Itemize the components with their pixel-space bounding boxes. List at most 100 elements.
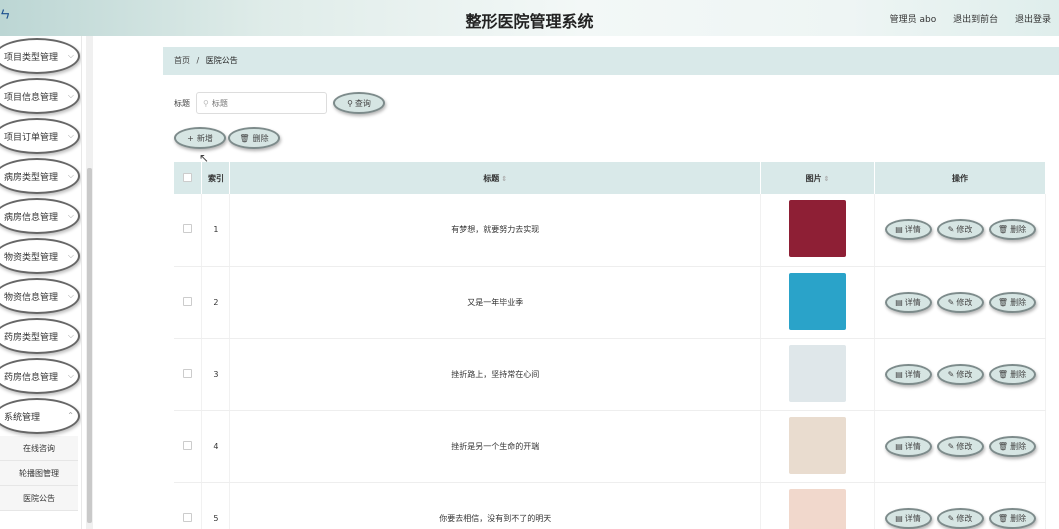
edit-button[interactable]: ✎ 修改 [936, 291, 984, 313]
row-image-cell [760, 482, 875, 529]
logout-link[interactable]: 退出登录 [1015, 15, 1051, 25]
back-to-front-link[interactable]: 退出到前台 [953, 15, 998, 25]
detail-button[interactable]: ▤ 详情 [884, 507, 932, 529]
search-label: 标题 [174, 98, 190, 108]
sidebar-item-label: 物资类型管理 [4, 252, 59, 263]
delete-label: 删除 [1010, 513, 1027, 523]
notice-image[interactable] [789, 344, 847, 402]
search-input[interactable] [211, 98, 312, 108]
sort-icon[interactable]: ⇕ [824, 175, 830, 183]
sidebar-scrollbar[interactable] [86, 36, 93, 529]
breadcrumb: 首页 / 医院公告 [163, 47, 1059, 75]
row-title: 又是一年毕业季 [229, 266, 762, 339]
search-icon: ⚲ [347, 98, 353, 108]
trash-icon: 🗑 [997, 225, 1009, 235]
edit-button[interactable]: ✎ 修改 [936, 219, 984, 241]
chevron-down-icon: ⌵ [67, 371, 74, 380]
sidebar-subitem-notice[interactable]: 医院公告 [0, 486, 78, 511]
row-index: 1 [201, 194, 231, 267]
table-header-row: 索引 标题 ⇕ 图片 ⇕ 操作 [174, 162, 1046, 194]
search-icon: ⚲ [203, 98, 209, 108]
sidebar-item-label: 系统管理 [4, 412, 41, 423]
sidebar-item-pharmacy-type[interactable]: 药房类型管理 ⌵ [0, 316, 81, 356]
sidebar-subitem-carousel[interactable]: 轮播图管理 [0, 461, 78, 486]
breadcrumb-current: 医院公告 [205, 56, 238, 65]
header-image-label: 图片 [805, 173, 822, 183]
row-title: 挫折是另一个生命的开端 [229, 410, 762, 483]
row-checkbox[interactable] [183, 296, 193, 306]
table-row: 3 挫折路上，坚持常在心间 ▤ 详情 ✎ 修改 🗑 删除 [174, 338, 1046, 411]
delete-label: 删除 [1010, 369, 1027, 379]
edit-label: 修改 [956, 297, 973, 307]
delete-button[interactable]: 🗑 删除 [988, 363, 1036, 385]
table-row: 5 你要去相信，没有到不了的明天 ▤ 详情 ✎ 修改 🗑 删除 [174, 482, 1046, 529]
chevron-down-icon: ⌵ [67, 91, 74, 100]
notice-image[interactable] [789, 272, 847, 330]
delete-label: 删除 [1010, 297, 1027, 307]
detail-button[interactable]: ▤ 详情 [884, 291, 932, 313]
sidebar-item-pharmacy-info[interactable]: 药房信息管理 ⌵ [0, 356, 81, 396]
search-button-label: 查询 [354, 98, 371, 108]
edit-button[interactable]: ✎ 修改 [936, 507, 984, 529]
current-user: 管理员 abo [889, 15, 937, 25]
edit-icon: ✎ [947, 513, 955, 523]
sort-icon[interactable]: ⇕ [501, 175, 507, 183]
delete-button[interactable]: 🗑 删除 [988, 291, 1036, 313]
row-checkbox[interactable] [183, 368, 193, 378]
sidebar-item-project-info[interactable]: 项目信息管理 ⌵ [0, 76, 81, 116]
scrollbar-thumb[interactable] [87, 168, 92, 523]
select-all-checkbox[interactable] [183, 172, 193, 182]
select-all-cell [174, 162, 203, 194]
detail-button[interactable]: ▤ 详情 [884, 363, 932, 385]
row-checkbox[interactable] [183, 224, 193, 234]
delete-button[interactable]: 🗑 删除 [988, 435, 1036, 457]
sidebar-item-supply-type[interactable]: 物资类型管理 ⌵ [0, 236, 81, 276]
row-select-cell [174, 482, 203, 529]
notice-image[interactable] [789, 488, 847, 529]
sidebar-item-supply-info[interactable]: 物资信息管理 ⌵ [0, 276, 81, 316]
row-checkbox[interactable] [183, 440, 193, 450]
delete-button[interactable]: 🗑 删除 [988, 507, 1036, 529]
sidebar-item-project-type[interactable]: 项目类型管理 ⌵ [0, 36, 81, 76]
top-header: ㄣ 整形医院管理系统 管理员 abo 退出到前台 退出登录 [0, 0, 1059, 36]
edit-button[interactable]: ✎ 修改 [936, 435, 984, 457]
row-checkbox[interactable] [183, 512, 193, 522]
batch-delete-button[interactable]: 🗑 删除 [228, 127, 280, 149]
row-image-cell [760, 410, 875, 483]
header-title[interactable]: 标题 ⇕ [229, 162, 762, 194]
chevron-down-icon: ⌵ [67, 51, 74, 60]
search-button[interactable]: ⚲ 查询 [333, 92, 385, 114]
search-field[interactable]: ⚲ [196, 92, 327, 114]
detail-button[interactable]: ▤ 详情 [884, 435, 932, 457]
edit-button[interactable]: ✎ 修改 [936, 363, 984, 385]
detail-icon: ▤ [895, 225, 903, 235]
edit-icon: ✎ [947, 441, 955, 451]
row-image-cell [760, 194, 875, 267]
sidebar-item-ward-type[interactable]: 病房类型管理 ⌵ [0, 156, 81, 196]
row-select-cell [174, 410, 203, 483]
delete-button-label: 删除 [252, 133, 269, 143]
sidebar-item-ward-info[interactable]: 病房信息管理 ⌵ [0, 196, 81, 236]
header-image[interactable]: 图片 ⇕ [760, 162, 875, 194]
detail-button[interactable]: ▤ 详情 [884, 219, 932, 241]
row-ops-cell: ▤ 详情 ✎ 修改 🗑 删除 [874, 410, 1046, 483]
notice-image[interactable] [789, 200, 847, 258]
row-title: 挫折路上，坚持常在心间 [229, 338, 762, 411]
delete-button[interactable]: 🗑 删除 [988, 219, 1036, 241]
delete-label: 删除 [1010, 225, 1027, 235]
add-button[interactable]: + 新增 [174, 127, 226, 149]
chevron-down-icon: ⌵ [67, 251, 74, 260]
breadcrumb-home[interactable]: 首页 [174, 56, 190, 65]
sidebar-item-project-order[interactable]: 项目订单管理 ⌵ [0, 116, 81, 156]
row-select-cell [174, 338, 203, 411]
sidebar-subitem-consult[interactable]: 在线咨询 [0, 436, 78, 461]
notice-image[interactable] [789, 416, 847, 474]
detail-icon: ▤ [895, 441, 903, 451]
sidebar-item-system[interactable]: 系统管理 ⌃ [0, 396, 81, 436]
sidebar-item-label: 病房类型管理 [4, 172, 59, 183]
chevron-down-icon: ⌵ [67, 131, 74, 140]
action-bar: + 新增 🗑 删除 [174, 127, 280, 149]
trash-icon: 🗑 [997, 513, 1009, 523]
edit-label: 修改 [956, 441, 973, 451]
add-button-label: 新增 [196, 133, 213, 143]
